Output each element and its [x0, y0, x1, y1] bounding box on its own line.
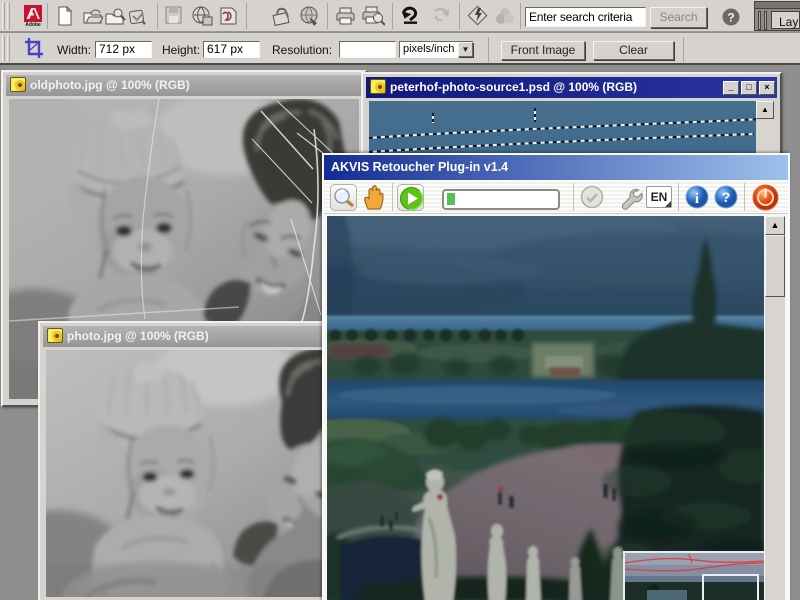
- svg-text:i: i: [695, 191, 699, 207]
- svg-text:?: ?: [722, 189, 731, 205]
- svg-text:?: ?: [727, 11, 734, 25]
